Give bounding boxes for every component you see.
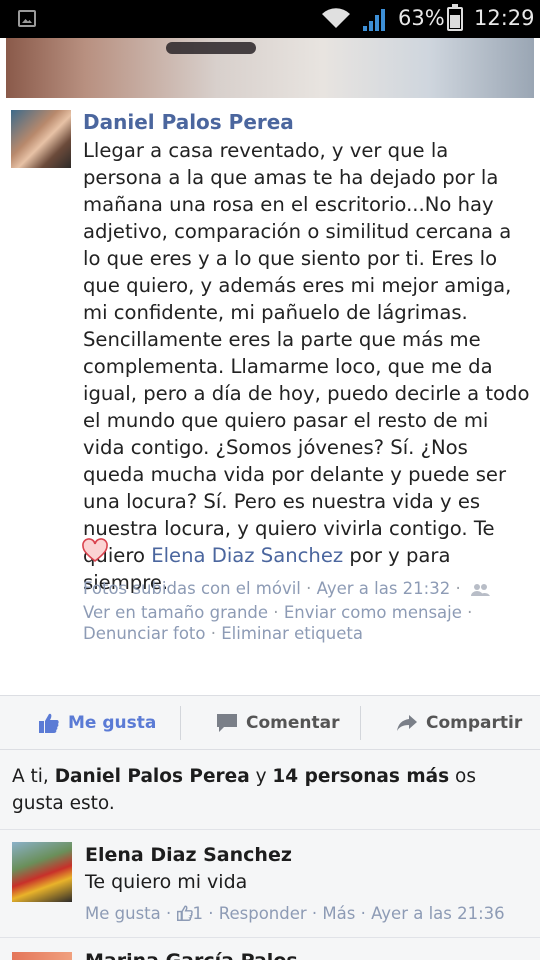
- liker-name[interactable]: Daniel Palos Perea: [55, 766, 250, 787]
- view-large-link[interactable]: Ver en tamaño grande: [83, 603, 268, 622]
- comment-icon: [217, 713, 237, 732]
- uploaded-from-link[interactable]: Fotos subidas con el móvil: [83, 579, 301, 598]
- action-bar: Me gusta Comentar Compartir: [0, 695, 540, 750]
- likers-count-link[interactable]: 14 personas más: [272, 766, 449, 787]
- likes-middle: y: [249, 766, 273, 787]
- clock: 12:29: [474, 6, 535, 30]
- share-label: Compartir: [426, 712, 523, 733]
- battery-icon: [447, 4, 463, 31]
- avatar[interactable]: [12, 952, 72, 960]
- comment-author[interactable]: Marina García Palos: [85, 950, 298, 960]
- photo[interactable]: [0, 38, 540, 100]
- comment: Elena Diaz Sanchez Te quiero mi vida Me …: [0, 830, 540, 938]
- battery-percent: 63%: [398, 6, 445, 30]
- share-button[interactable]: Compartir: [396, 696, 522, 749]
- thumbs-up-icon: [39, 713, 59, 733]
- likes-summary: A ti, Daniel Palos Perea y 14 personas m…: [0, 750, 540, 830]
- comment-more-link[interactable]: Más: [322, 904, 355, 923]
- signal-icon: [363, 9, 385, 31]
- post-meta-line-1: Fotos subidas con el móvil · Ayer a las …: [83, 577, 533, 600]
- send-message-link[interactable]: Enviar como mensaje: [284, 603, 462, 622]
- post: Daniel Palos Perea Llegar a casa reventa…: [0, 100, 540, 695]
- comment-like-count[interactable]: 1: [193, 904, 204, 923]
- comment-reply-link[interactable]: Responder: [219, 904, 307, 923]
- wifi-icon: [322, 8, 350, 28]
- image-icon: [18, 10, 36, 27]
- heart-icon: [82, 538, 108, 563]
- comment-meta: Me gusta · 1 · Responder · Más · Ayer a …: [85, 904, 505, 923]
- comment-label: Comentar: [246, 712, 340, 733]
- status-bar: 63% 12:29: [0, 0, 540, 38]
- post-author[interactable]: Daniel Palos Perea: [83, 110, 294, 134]
- friends-icon: [470, 583, 490, 596]
- remove-tag-link[interactable]: Eliminar etiqueta: [221, 624, 363, 643]
- report-photo-link[interactable]: Denunciar foto: [83, 624, 206, 643]
- photo-image[interactable]: [6, 38, 534, 98]
- post-text-body: Llegar a casa reventado, y ver que la pe…: [83, 139, 530, 567]
- divider: [180, 706, 181, 740]
- comment-button[interactable]: Comentar: [216, 696, 339, 749]
- post-text: Llegar a casa reventado, y ver que la pe…: [83, 137, 533, 596]
- post-time[interactable]: Ayer a las 21:32: [317, 579, 451, 598]
- thumbs-up-icon: [176, 905, 193, 921]
- comment: Marina García Palos: [0, 938, 540, 960]
- mention-link[interactable]: Elena Diaz Sanchez: [151, 544, 343, 567]
- battery-level: [450, 15, 460, 28]
- post-meta-line-3: Denunciar foto · Eliminar etiqueta: [83, 624, 363, 643]
- post-meta-line-2: Ver en tamaño grande · Enviar como mensa…: [83, 603, 473, 622]
- like-button[interactable]: Me gusta: [38, 696, 156, 749]
- avatar[interactable]: [12, 842, 72, 902]
- divider: [360, 706, 361, 740]
- share-icon: [397, 714, 417, 731]
- comment-like-link[interactable]: Me gusta: [85, 904, 161, 923]
- like-label: Me gusta: [68, 712, 157, 733]
- avatar[interactable]: [11, 110, 71, 168]
- comment-text: Te quiero mi vida: [85, 871, 248, 893]
- comment-time[interactable]: Ayer a las 21:36: [371, 904, 505, 923]
- likes-text: A ti, Daniel Palos Perea y 14 personas m…: [12, 763, 522, 817]
- comment-author[interactable]: Elena Diaz Sanchez: [85, 844, 292, 866]
- likes-prefix: A ti,: [12, 766, 55, 787]
